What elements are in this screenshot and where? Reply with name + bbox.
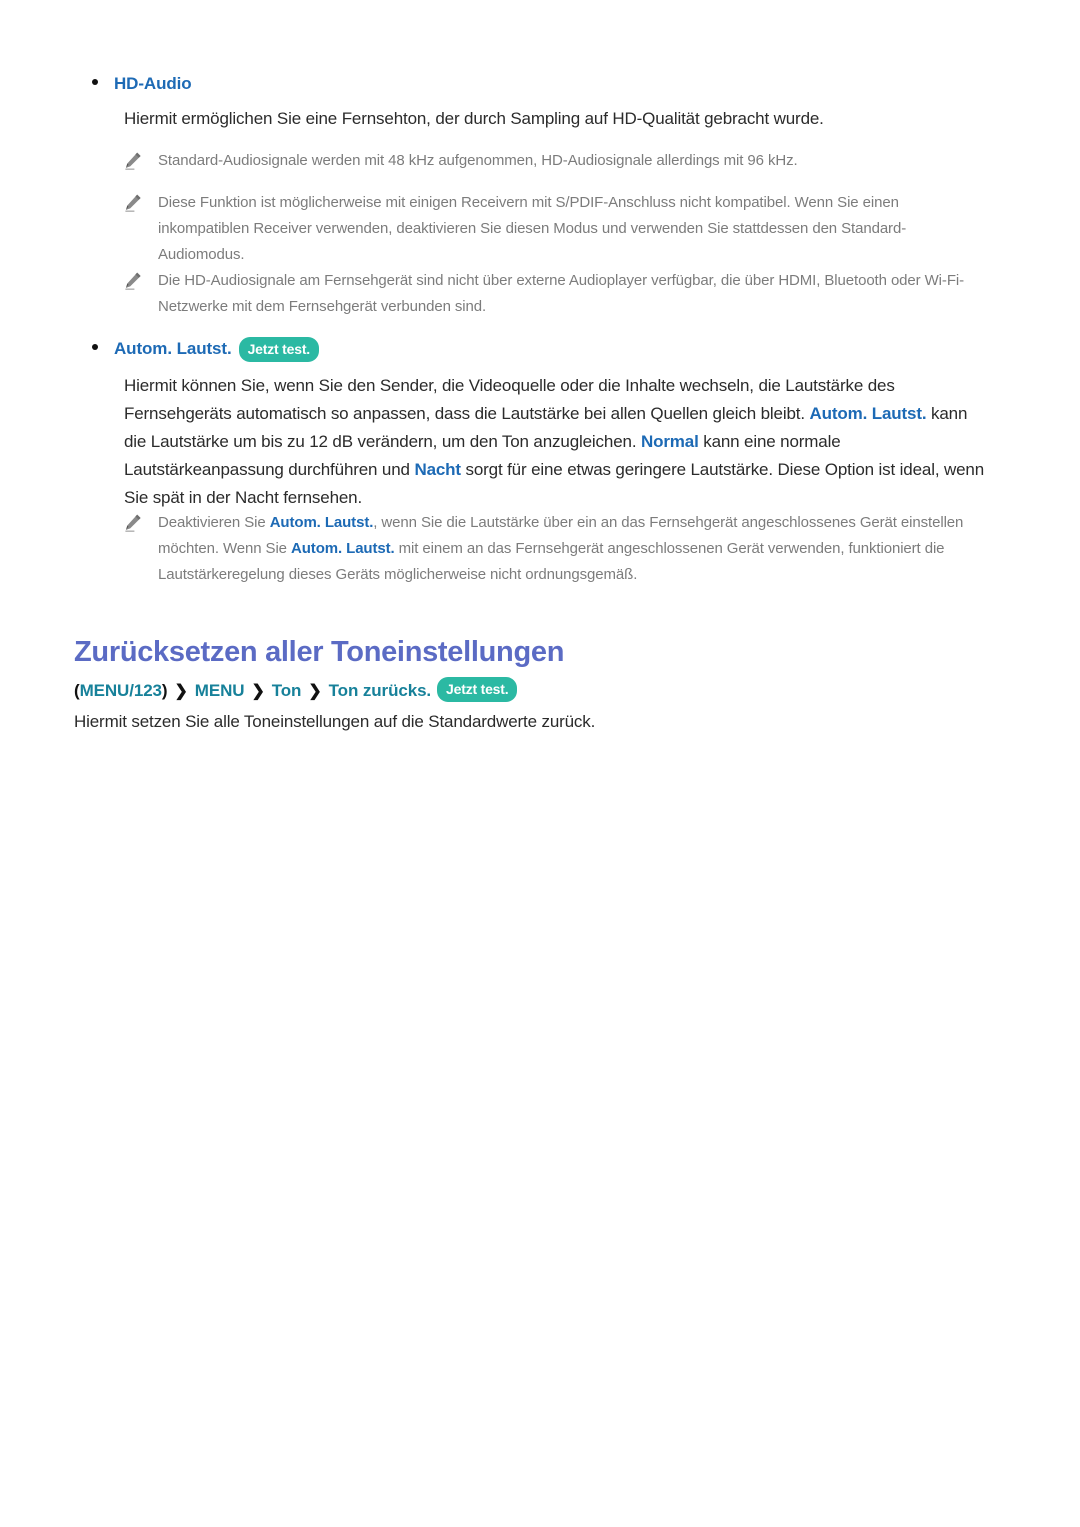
note-text: Diese Funktion ist möglicherweise mit ei…	[158, 194, 907, 263]
note-text-part: Deaktivieren Sie	[158, 514, 270, 531]
inline-highlight-normal: Normal	[640, 432, 699, 451]
bullet-dot-icon	[92, 344, 98, 350]
breadcrumb-item-ton-zurucks[interactable]: Ton zurücks.	[329, 681, 431, 700]
pencil-icon	[122, 150, 144, 172]
hd-audio-description: Hiermit ermöglichen Sie eine Fernsehton,…	[124, 109, 824, 128]
inline-highlight-nacht: Nacht	[414, 460, 461, 479]
pencil-icon	[122, 270, 144, 292]
bullet-label-hd-audio: HD-Audio	[114, 74, 192, 93]
paragraph-text-part: Hiermit können Sie, wenn Sie den Sender,…	[124, 376, 895, 423]
breadcrumb-item-menu123[interactable]: MENU/123	[80, 681, 162, 700]
chevron-right-icon: ❯	[251, 683, 265, 700]
chevron-right-icon: ❯	[174, 683, 188, 700]
reset-section-description: Hiermit setzen Sie alle Toneinstellungen…	[74, 712, 596, 731]
inline-highlight-autom-lautst: Autom. Lautst.	[291, 540, 395, 557]
autom-lautst-paragraph: Hiermit können Sie, wenn Sie den Sender,…	[124, 372, 994, 512]
bullet-item-hd-audio: HD-Audio	[92, 74, 192, 94]
note-text: Standard-Audiosignale werden mit 48 kHz …	[158, 152, 798, 169]
section-title-reset-sound: Zurücksetzen aller Toneinstellungen	[74, 636, 565, 668]
note-row: Diese Funktion ist möglicherweise mit ei…	[122, 190, 992, 268]
try-now-badge[interactable]: Jetzt test.	[437, 677, 518, 702]
note-row: Die HD-Audiosignale am Fernsehgerät sind…	[122, 268, 992, 320]
note-row: Standard-Audiosignale werden mit 48 kHz …	[122, 148, 1002, 174]
inline-highlight-autom-lautst: Autom. Lautst.	[809, 404, 927, 423]
chevron-right-icon: ❯	[308, 683, 322, 700]
bullet-item-autom-lautst: Autom. Lautst. Jetzt test.	[92, 337, 319, 362]
bullet-label-autom-lautst: Autom. Lautst.	[114, 339, 232, 358]
pencil-icon	[122, 192, 144, 214]
inline-highlight-autom-lautst: Autom. Lautst.	[269, 514, 374, 531]
note-row: Deaktivieren Sie Autom. Lautst., wenn Si…	[122, 510, 992, 588]
document-page: HD-Audio Hiermit ermöglichen Sie eine Fe…	[0, 0, 1080, 1527]
note-text: Die HD-Audiosignale am Fernsehgerät sind…	[158, 272, 965, 315]
note-text: Deaktivieren Sie Autom. Lautst., wenn Si…	[158, 510, 992, 588]
breadcrumb-close-paren: )	[161, 681, 168, 700]
breadcrumb-item-menu[interactable]: MENU	[195, 681, 245, 700]
try-now-badge[interactable]: Jetzt test.	[238, 337, 319, 362]
breadcrumb-item-ton[interactable]: Ton	[272, 681, 302, 700]
bullet-dot-icon	[92, 79, 98, 85]
pencil-icon	[122, 512, 144, 534]
breadcrumb: (MENU/123) ❯ MENU ❯ Ton ❯ Ton zurücks. Jetzt te…	[74, 677, 518, 702]
